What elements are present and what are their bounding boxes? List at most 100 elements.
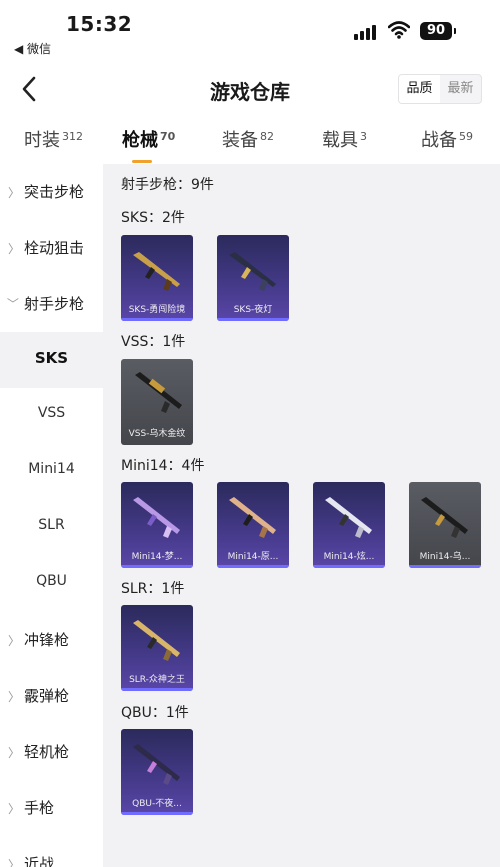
tab-count: 312 <box>62 130 83 143</box>
sidebar-item-label: 近战 <box>24 855 55 867</box>
sidebar-item-lmg[interactable]: 〉轻机枪 <box>0 724 103 780</box>
tab-count: 59 <box>459 130 473 143</box>
sidebar-item-label: 轻机枪 <box>24 743 70 761</box>
rifle-icon <box>133 252 180 291</box>
sidebar-item-label: QBU <box>36 573 67 589</box>
back-to-wechat-link[interactable]: ◀ 微信 <box>14 40 51 57</box>
sidebar-item-label: VSS <box>37 405 66 421</box>
tab-count: 3 <box>360 130 367 143</box>
sidebar-item-label: 手枪 <box>24 799 55 817</box>
tab-fashion[interactable]: 时装 312 <box>24 126 83 152</box>
weapon-card[interactable]: VSS-乌木金纹 <box>121 359 193 445</box>
category-tabs: 时装 312 枪械 70 装备 82 载具 3 战备 59 <box>0 118 500 164</box>
chevron-right-icon: 〉 <box>8 634 21 648</box>
nav-bar: 游戏仓库 品质 最新 <box>0 62 500 118</box>
rarity-bar <box>121 565 193 568</box>
weapon-card-name: SKS-勇闯险境 <box>128 305 186 315</box>
weapon-type-sidebar: 〉突击步枪 〉栓动狙击 〉射手步枪 SKS VSS Mini14 SLR QBU… <box>0 164 103 867</box>
chevron-right-icon: 〉 <box>8 858 21 867</box>
rifle-icon <box>133 497 180 538</box>
rifle-icon <box>229 252 276 291</box>
chevron-right-icon: 〉 <box>8 186 21 200</box>
sort-quality-button[interactable]: 品质 <box>399 75 440 103</box>
status-time: 15:32 <box>66 12 133 36</box>
group-title-vss: VSS：1件 <box>121 334 186 350</box>
tab-guns[interactable]: 枪械 70 <box>122 126 176 163</box>
sidebar-item-melee[interactable]: 〉近战 <box>0 836 103 867</box>
weapon-card[interactable]: Mini14-乌... <box>409 482 481 568</box>
tab-count: 82 <box>260 130 274 143</box>
sidebar-item-label: Mini14 <box>28 461 75 477</box>
rarity-bar <box>217 318 289 321</box>
chevron-right-icon: 〉 <box>8 690 21 704</box>
weapon-card-name: VSS-乌木金纹 <box>128 429 186 439</box>
rifle-icon <box>229 497 276 538</box>
chevron-down-icon: 〉 <box>5 297 20 310</box>
sidebar-item-label: SLR <box>38 517 65 533</box>
sidebar-item-smg[interactable]: 〉冲锋枪 <box>0 612 103 668</box>
sidebar-item-label: 霰弹枪 <box>24 687 70 705</box>
weapon-card-name: Mini14-炫... <box>323 552 375 562</box>
weapon-card[interactable]: QBU-不夜... <box>121 729 193 815</box>
rifle-icon <box>135 372 182 413</box>
weapon-card[interactable]: Mini14-炫... <box>313 482 385 568</box>
sort-newest-button[interactable]: 最新 <box>440 75 481 103</box>
sidebar-item-label: 射手步枪 <box>24 295 85 313</box>
tab-label: 时装 <box>24 130 60 151</box>
tab-label: 装备 <box>222 130 258 151</box>
group-title-qbu: QBU：1件 <box>121 705 189 721</box>
tab-label: 载具 <box>322 130 358 151</box>
weapon-card[interactable]: SLR-众神之王 <box>121 605 193 691</box>
chevron-right-icon: 〉 <box>8 242 21 256</box>
weapon-card-name: Mini14-原... <box>227 552 279 562</box>
sidebar-subitem-vss[interactable]: VSS <box>0 388 103 444</box>
tab-label: 枪械 <box>122 130 158 151</box>
sidebar-subitem-sks[interactable]: SKS <box>0 332 103 388</box>
weapon-card-name: Mini14-乌... <box>419 552 471 562</box>
sidebar-item-shotgun[interactable]: 〉霰弹枪 <box>0 668 103 724</box>
sidebar-item-marksman-rifle[interactable]: 〉射手步枪 <box>0 276 103 332</box>
category-count-title: 射手步枪：9件 <box>121 177 214 193</box>
sidebar-item-label: SKS <box>34 349 69 367</box>
rifle-icon <box>421 497 468 538</box>
weapon-card-name: QBU-不夜... <box>132 799 182 809</box>
weapon-card-name: SKS-夜灯 <box>233 305 273 315</box>
sidebar-item-bolt-sniper[interactable]: 〉栓动狙击 <box>0 220 103 276</box>
sidebar-subitem-qbu[interactable]: QBU <box>0 556 103 612</box>
rarity-bar <box>121 812 193 815</box>
rifle-icon <box>133 620 180 661</box>
chevron-right-icon: 〉 <box>8 746 21 760</box>
inventory-list: 射手步枪：9件 SKS：2件 SKS-勇闯险境 SKS-夜灯 VSS：1件 VS… <box>103 164 500 867</box>
tab-vehicles[interactable]: 载具 3 <box>322 126 367 152</box>
sidebar-subitem-slr[interactable]: SLR <box>0 500 103 556</box>
sidebar-item-pistol[interactable]: 〉手枪 <box>0 780 103 836</box>
rarity-bar <box>121 318 193 321</box>
rarity-bar <box>121 688 193 691</box>
chevron-right-icon: 〉 <box>8 802 21 816</box>
status-bar: 15:32 ◀ 微信 90 <box>0 0 500 62</box>
tab-label: 战备 <box>421 130 457 151</box>
signal-icon <box>354 24 376 40</box>
weapon-card[interactable]: Mini14-原... <box>217 482 289 568</box>
weapon-card-name: Mini14-梦... <box>131 552 183 562</box>
weapon-card[interactable]: Mini14-梦... <box>121 482 193 568</box>
rifle-icon <box>133 744 180 785</box>
weapon-card[interactable]: SKS-勇闯险境 <box>121 235 193 321</box>
sort-toggle: 品质 最新 <box>398 74 482 104</box>
wifi-icon <box>388 21 410 39</box>
group-title-sks: SKS：2件 <box>121 210 185 226</box>
sidebar-item-assault-rifle[interactable]: 〉突击步枪 <box>0 164 103 220</box>
rifle-icon <box>325 497 372 538</box>
group-title-mini14: Mini14：4件 <box>121 458 205 474</box>
sidebar-subitem-mini14[interactable]: Mini14 <box>0 444 103 500</box>
tab-count: 70 <box>160 130 176 143</box>
rarity-bar <box>409 565 481 568</box>
tab-equipment[interactable]: 装备 82 <box>222 126 274 152</box>
weapon-card[interactable]: SKS-夜灯 <box>217 235 289 321</box>
group-title-slr: SLR：1件 <box>121 581 185 597</box>
sidebar-item-label: 栓动狙击 <box>24 239 85 257</box>
rarity-bar <box>313 565 385 568</box>
active-tab-indicator <box>132 160 152 163</box>
tab-supplies[interactable]: 战备 59 <box>421 126 473 152</box>
sidebar-item-label: 突击步枪 <box>24 183 85 201</box>
